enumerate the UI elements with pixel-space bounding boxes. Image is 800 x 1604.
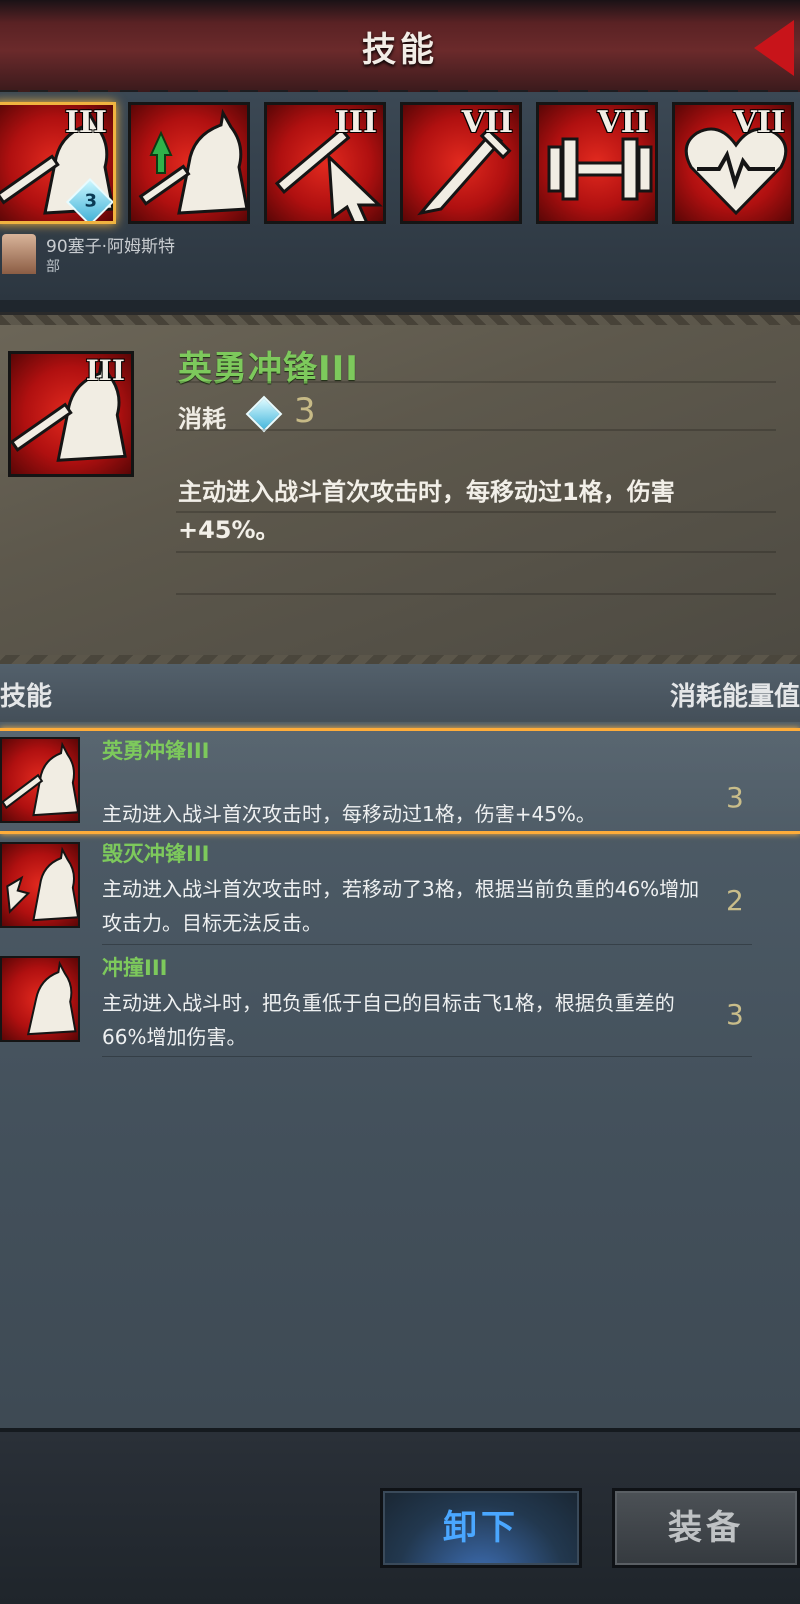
cost-value: 3 bbox=[294, 391, 316, 431]
row-divider bbox=[102, 944, 752, 945]
detail-description: 主动进入战斗首次攻击时，每移动过1格，伤害+45%。 bbox=[178, 478, 675, 544]
page-title: 技能 bbox=[362, 30, 438, 70]
equip-button[interactable]: 装备 bbox=[612, 1488, 800, 1568]
skill-slot-3[interactable]: III bbox=[264, 102, 386, 224]
skill-slot-5[interactable]: VII bbox=[536, 102, 658, 224]
section-divider bbox=[0, 300, 800, 312]
action-footer: 卸下 装备 bbox=[0, 1428, 800, 1604]
hero-avatar[interactable] bbox=[2, 234, 36, 274]
back-arrow-icon[interactable] bbox=[754, 20, 794, 76]
charging-horse-icon bbox=[26, 960, 77, 1036]
ruled-line bbox=[176, 381, 776, 383]
top-bar: 技能 bbox=[0, 0, 800, 98]
sword-horse-icon bbox=[2, 741, 78, 817]
row-skill-icon bbox=[0, 737, 80, 823]
skill-rank: III bbox=[85, 354, 125, 387]
broken-horse-icon bbox=[6, 846, 78, 922]
skill-rank: III bbox=[64, 105, 107, 140]
skill-list: 英勇冲锋III 主动进入战斗首次攻击时，每移动过1格，伤害+45%。 3 毁灭冲… bbox=[0, 722, 800, 1428]
row-skill-desc: 主动进入战斗时，把负重低于自己的目标击飞1格，根据负重差的66%增加伤害。 bbox=[102, 991, 675, 1049]
row-skill-name: 毁灭冲锋III bbox=[102, 842, 210, 866]
unequip-button[interactable]: 卸下 bbox=[380, 1488, 582, 1568]
row-divider bbox=[102, 1056, 752, 1057]
detail-skill-icon: III bbox=[8, 351, 134, 477]
skill-rank: VII bbox=[461, 105, 513, 140]
skill-slot-1[interactable]: III 3 bbox=[0, 102, 116, 224]
ruled-line bbox=[176, 551, 776, 553]
skill-detail-panel: III 英勇冲锋III 消耗 3 主动进入战斗首次攻击时，每移动过1格，伤害+4… bbox=[0, 312, 800, 673]
row-skill-icon bbox=[0, 956, 80, 1042]
skill-slot-4[interactable]: VII bbox=[400, 102, 522, 224]
skill-rank: VII bbox=[597, 105, 649, 140]
hero-info-row: 90塞子·阿姆斯特 部 bbox=[0, 232, 800, 290]
skill-slot-2[interactable] bbox=[128, 102, 250, 224]
hero-subtitle: 部 bbox=[46, 259, 60, 275]
energy-gem-icon bbox=[245, 395, 283, 433]
row-skill-cost: 2 bbox=[726, 884, 744, 917]
skill-list-row[interactable]: 冲撞III 主动进入战斗时，把负重低于自己的目标击飞1格，根据负重差的66%增加… bbox=[0, 952, 800, 1058]
row-skill-desc: 主动进入战斗首次攻击时，若移动了3格，根据当前负重的46%增加攻击力。目标无法反… bbox=[102, 877, 700, 935]
row-skill-name: 英勇冲锋III bbox=[102, 739, 210, 763]
column-header-cost: 消耗能量值 bbox=[669, 682, 800, 712]
row-skill-cost: 3 bbox=[726, 781, 744, 814]
row-skill-desc: 主动进入战斗首次攻击时，每移动过1格，伤害+45%。 bbox=[102, 802, 596, 826]
skill-list-header: 技能 消耗能量值 bbox=[0, 664, 800, 722]
skill-list-row[interactable]: 毁灭冲锋III 主动进入战斗首次攻击时，若移动了3格，根据当前负重的46%增加攻… bbox=[0, 838, 800, 945]
ruled-line bbox=[176, 429, 776, 431]
skill-list-row[interactable]: 英勇冲锋III 主动进入战斗首次攻击时，每移动过1格，伤害+45%。 3 bbox=[0, 728, 800, 834]
upgrade-horse-icon bbox=[138, 108, 247, 215]
skill-slot-strip: III 3 III VII VII VII 90塞子·阿姆斯特 部 bbox=[0, 92, 800, 302]
row-skill-cost: 3 bbox=[726, 998, 744, 1031]
skill-rank: VII bbox=[733, 105, 785, 140]
row-skill-icon bbox=[0, 842, 80, 928]
skill-slot-6[interactable]: VII bbox=[672, 102, 794, 224]
hero-name: 90塞子·阿姆斯特 bbox=[46, 237, 176, 257]
column-header-skill: 技能 bbox=[0, 682, 53, 712]
ruled-line bbox=[176, 593, 776, 595]
row-skill-name: 冲撞III bbox=[102, 956, 168, 980]
skill-rank: III bbox=[334, 105, 377, 140]
